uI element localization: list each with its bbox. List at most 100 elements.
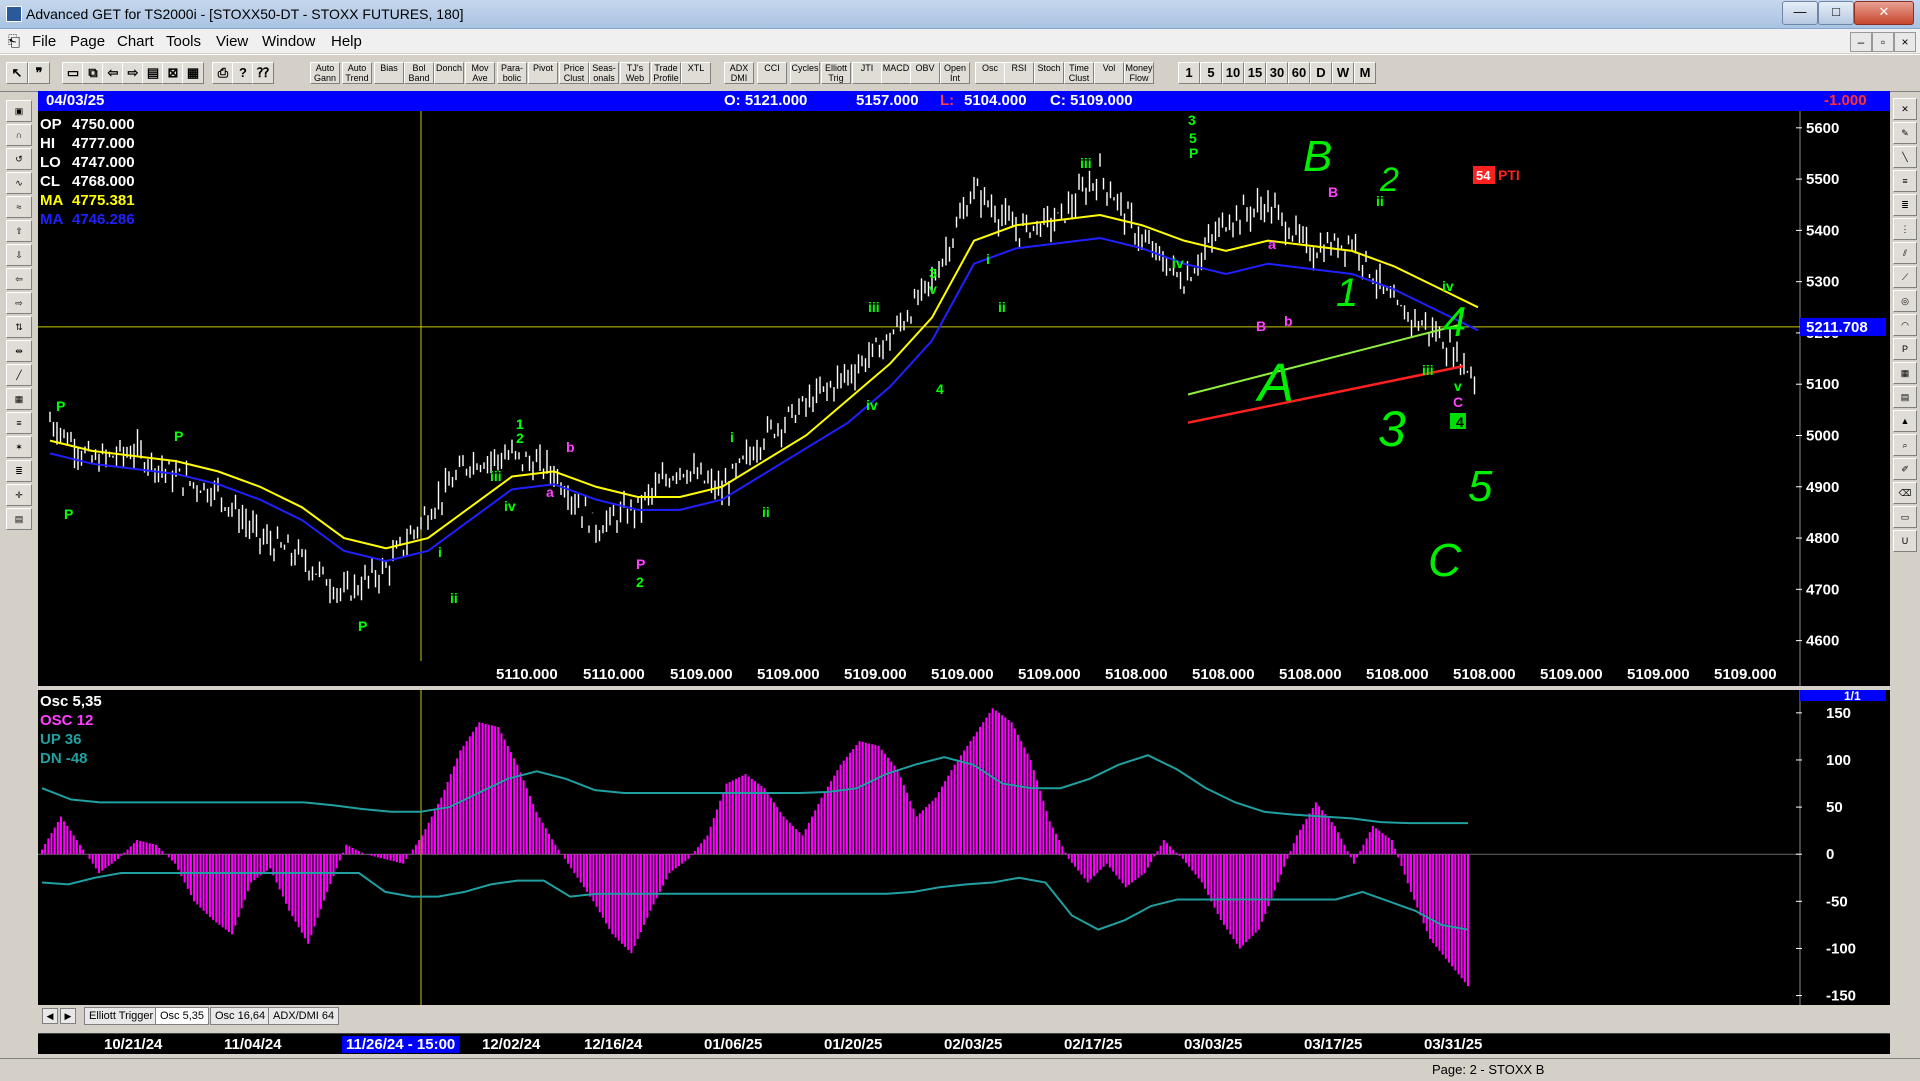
toolbar-button-trade-profile[interactable]: Trade Profile	[651, 62, 681, 84]
toolbar-button-osc[interactable]: Osc	[975, 62, 1005, 84]
table-icon[interactable]: ▦	[6, 388, 32, 410]
menu-chart[interactable]: Chart	[117, 33, 154, 50]
back-icon[interactable]: ⇦	[102, 62, 124, 84]
magnet-icon[interactable]: ∩	[6, 124, 32, 146]
menu-tools[interactable]: Tools	[166, 33, 201, 50]
right-arrow-icon[interactable]: ⇨	[6, 292, 32, 314]
pointer-icon[interactable]: ↖	[6, 62, 28, 84]
clipboard-icon[interactable]: ▤	[6, 508, 32, 530]
elliott-icon[interactable]: ≈	[6, 196, 32, 218]
fib-ext-icon[interactable]: ≣	[1893, 194, 1917, 216]
tab-scroll-right-icon[interactable]: ▶	[60, 1008, 76, 1024]
toolbar-button-bol-band[interactable]: Bol Band	[404, 62, 434, 84]
toolbar-button-donch[interactable]: Donch	[434, 62, 464, 84]
interval-button-m[interactable]: M	[1354, 62, 1376, 84]
tab-adx-dmi-64[interactable]: ADX/DMI 64	[268, 1007, 340, 1025]
toolbar-button-stoch[interactable]: Stoch	[1034, 62, 1064, 84]
triangle-icon[interactable]: ▲	[1893, 410, 1917, 432]
open-icon[interactable]: ▤	[142, 62, 164, 84]
pencil-icon[interactable]: ✎	[1893, 122, 1917, 144]
toolbar-button-money-flow[interactable]: Money Flow	[1124, 62, 1154, 84]
oscillator-chart[interactable]: -150 -100 -50 0 50 100 150 Osc 5,35 OSC 12 UP 36 D…	[38, 689, 1890, 1005]
interval-button-15[interactable]: 15	[1244, 62, 1266, 84]
scale-icon[interactable]: ⇅	[6, 316, 32, 338]
interval-button-d[interactable]: D	[1310, 62, 1332, 84]
interval-button-1[interactable]: 1	[1178, 62, 1200, 84]
toolbar-button-pivot[interactable]: Pivot	[528, 62, 558, 84]
lines-icon[interactable]: ≡	[6, 412, 32, 434]
toolbar-button-xtl[interactable]: XTL	[681, 62, 711, 84]
toolbar-button-elliott-trig[interactable]: Elliott Trig	[821, 62, 851, 84]
reset-icon[interactable]: ↺	[6, 148, 32, 170]
oscillator-chart-svg[interactable]: -150 -100 -50 0 50 100 150 Osc 5,35 OSC 12 UP 36 D…	[38, 689, 1890, 1005]
doc-icon[interactable]: ⎗	[8, 33, 20, 50]
eraser-icon[interactable]: ⌫	[1893, 482, 1917, 504]
toolbar-button-cci[interactable]: CCI	[757, 62, 787, 84]
interval-button-10[interactable]: 10	[1222, 62, 1244, 84]
compress-icon[interactable]: ⇹	[6, 340, 32, 362]
toolbar-button-adx-dmi[interactable]: ADX DMI	[724, 62, 754, 84]
undo-icon[interactable]: U	[1893, 530, 1917, 552]
tab-elliott-trigger[interactable]: Elliott Trigger	[84, 1007, 159, 1025]
interval-button-5[interactable]: 5	[1200, 62, 1222, 84]
arc-icon[interactable]: ◠	[1893, 314, 1917, 336]
toolbar-button-tj-s-web[interactable]: TJ's Web	[620, 62, 650, 84]
menu-page[interactable]: Page	[70, 33, 105, 50]
toolbar-button-rsi[interactable]: RSI	[1004, 62, 1034, 84]
menu-window[interactable]: Window	[262, 33, 315, 50]
toolbar-button-price-clust[interactable]: Price Clust	[559, 62, 589, 84]
tab-osc-16-64[interactable]: Osc 16,64	[210, 1007, 271, 1025]
grid-tool-icon[interactable]: ▦	[1893, 362, 1917, 384]
menu-help[interactable]: Help	[331, 33, 362, 50]
quote-icon[interactable]: ❞	[28, 62, 50, 84]
tab-osc-5-35[interactable]: Osc 5,35	[155, 1007, 210, 1025]
forward-icon[interactable]: ⇨	[122, 62, 144, 84]
menu-file[interactable]: File	[32, 33, 56, 50]
fib-icon[interactable]: ≣	[6, 460, 32, 482]
interval-button-w[interactable]: W	[1332, 62, 1354, 84]
toolbar-button-auto-trend[interactable]: Auto Trend	[342, 62, 372, 84]
ellipse-icon[interactable]: ◎	[1893, 290, 1917, 312]
mdi-restore-icon[interactable]: ▫	[1872, 32, 1894, 52]
toolbar-button-vol[interactable]: Vol	[1094, 62, 1124, 84]
open-folder-icon[interactable]: ▣	[6, 100, 32, 122]
price-chart[interactable]: 4600470048004900500051005200530054005500…	[38, 111, 1890, 686]
toolbar-button-jti[interactable]: JTI	[852, 62, 882, 84]
left-arrow-icon[interactable]: ⇦	[6, 268, 32, 290]
toolbar-button-time-clust[interactable]: Time Clust	[1064, 62, 1094, 84]
interval-button-30[interactable]: 30	[1266, 62, 1288, 84]
toolbar-button-bias[interactable]: Bias	[374, 62, 404, 84]
toolbar-button-obv[interactable]: OBV	[910, 62, 940, 84]
close-button[interactable]: ✕	[1854, 1, 1914, 25]
trend-line-icon[interactable]: ╲	[1893, 146, 1917, 168]
tab-scroll-left-icon[interactable]: ◀	[42, 1008, 58, 1024]
toolbar-button-seas-onals[interactable]: Seas-onals	[589, 62, 619, 84]
fib-box-icon[interactable]: ▤	[1893, 386, 1917, 408]
pti-icon[interactable]: P	[1893, 338, 1917, 360]
fib-ret-icon[interactable]: ≡	[1893, 170, 1917, 192]
fan-icon[interactable]: ⟋	[1893, 266, 1917, 288]
grid-icon[interactable]: ▦	[182, 62, 204, 84]
study-icon[interactable]: ∿	[6, 172, 32, 194]
fib-time-icon[interactable]: ⋮	[1893, 218, 1917, 240]
down-arrow-icon[interactable]: ⇩	[6, 244, 32, 266]
toolbar-button-para-bolic[interactable]: Para-bolic	[497, 62, 527, 84]
line-tool-icon[interactable]: ╱	[6, 364, 32, 386]
interval-button-60[interactable]: 60	[1288, 62, 1310, 84]
new-page-icon[interactable]: ▭	[62, 62, 84, 84]
channel-icon[interactable]: ⫽	[1893, 242, 1917, 264]
cross-icon[interactable]: ⊠	[162, 62, 184, 84]
copy-icon[interactable]: ⧉	[82, 62, 104, 84]
toolbar-button-auto-gann[interactable]: Auto Gann	[310, 62, 340, 84]
toolbar-button-mov-ave[interactable]: Mov Ave	[465, 62, 495, 84]
help-icon[interactable]: ?	[232, 62, 254, 84]
mdi-close-icon[interactable]: ×	[1894, 32, 1916, 52]
ruler-icon[interactable]: ▭	[1893, 506, 1917, 528]
gann-icon[interactable]: ✶	[6, 436, 32, 458]
highlighter-icon[interactable]: ✐	[1893, 458, 1917, 480]
toolbar-button-cycles[interactable]: Cycles	[790, 62, 820, 84]
toolbar-button-macd[interactable]: MACD	[881, 62, 911, 84]
price-chart-svg[interactable]: 4600470048004900500051005200530054005500…	[38, 111, 1890, 686]
print-icon[interactable]: ⎙	[212, 62, 234, 84]
toolbar-button-open-int[interactable]: Open Int	[940, 62, 970, 84]
